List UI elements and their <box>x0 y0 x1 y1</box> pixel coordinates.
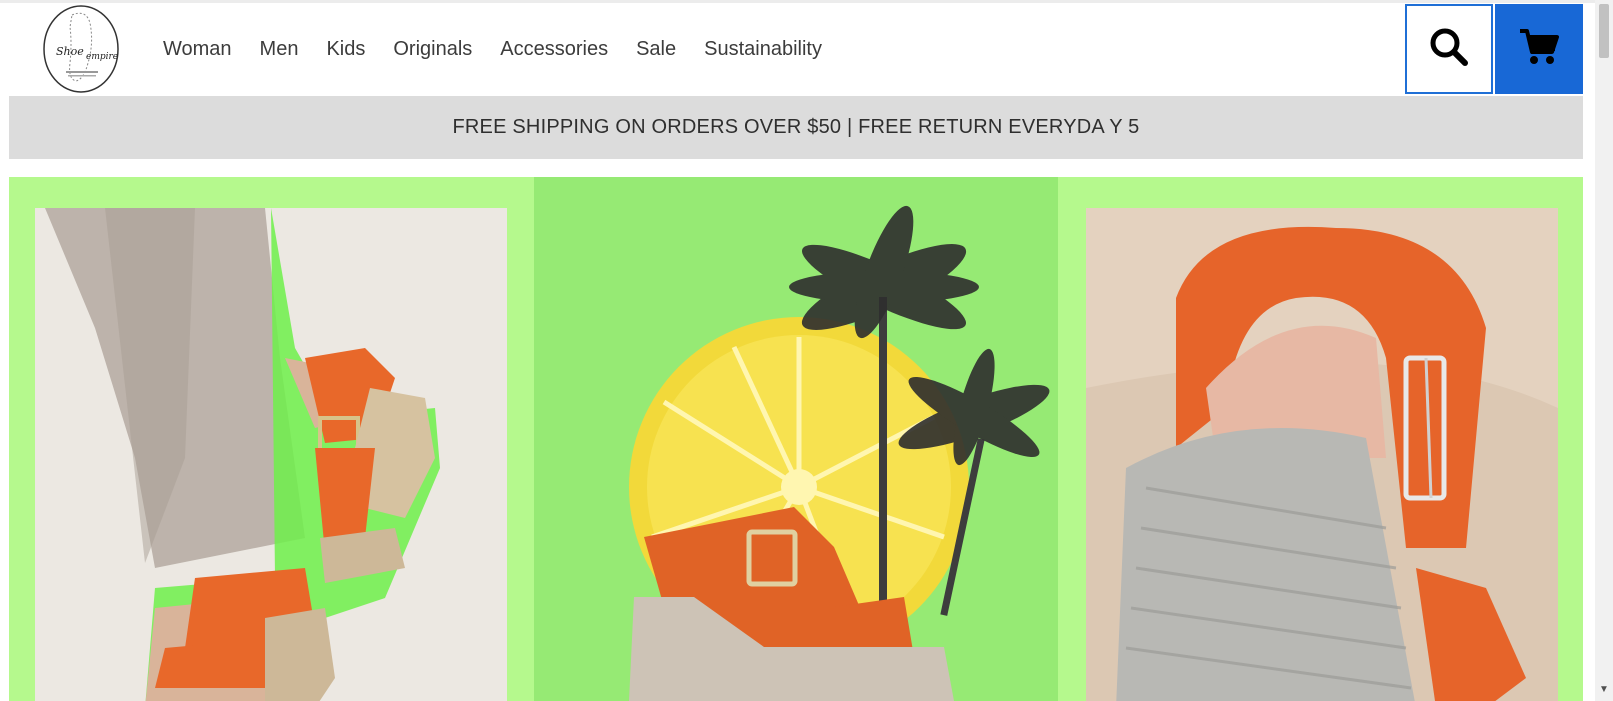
nav-item-accessories[interactable]: Accessories <box>500 36 608 62</box>
hero-banner[interactable] <box>9 177 1583 701</box>
scrollbar-thumb[interactable] <box>1599 4 1609 58</box>
search-button[interactable] <box>1405 4 1493 94</box>
announcement-text: FREE SHIPPING ON ORDERS OVER $50 | FREE … <box>452 116 1140 138</box>
svg-text:Shoe: Shoe <box>56 45 84 58</box>
announcement-bar: FREE SHIPPING ON ORDERS OVER $50 | FREE … <box>9 96 1583 159</box>
hero-image-right[interactable] <box>1086 208 1558 701</box>
svg-text:empire: empire <box>86 52 118 62</box>
main-nav: Woman Men Kids Originals Accessories Sal… <box>163 36 850 62</box>
nav-item-woman[interactable]: Woman <box>163 36 232 62</box>
nav-item-sustainability[interactable]: Sustainability <box>704 36 822 62</box>
cart-icon <box>1519 28 1559 71</box>
site-logo[interactable]: Shoe empire <box>42 3 120 93</box>
hero-image-center[interactable] <box>534 177 1058 701</box>
nav-item-men[interactable]: Men <box>260 36 299 62</box>
cart-button[interactable] <box>1495 4 1583 94</box>
nav-item-kids[interactable]: Kids <box>326 36 365 62</box>
nav-item-sale[interactable]: Sale <box>636 36 676 62</box>
nav-item-originals[interactable]: Originals <box>393 36 472 62</box>
top-divider <box>0 0 1595 3</box>
hero-image-left[interactable] <box>35 208 507 701</box>
search-icon <box>1428 26 1470 73</box>
page-scrollbar[interactable] <box>1595 0 1613 701</box>
scroll-down-arrow-icon[interactable]: ▼ <box>1598 683 1610 697</box>
